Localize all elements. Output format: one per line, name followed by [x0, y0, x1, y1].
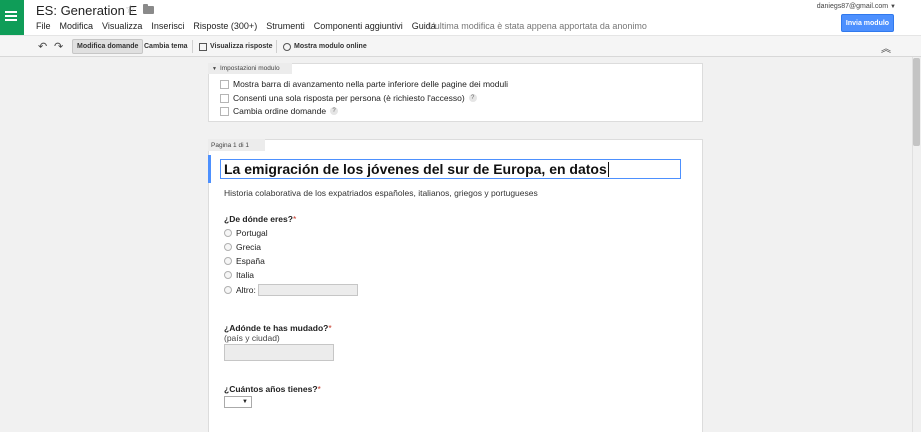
help-icon[interactable]: ? — [468, 94, 477, 102]
radio-button[interactable] — [224, 257, 232, 265]
radio-option-espana[interactable]: España — [224, 256, 265, 266]
other-text-input[interactable] — [257, 284, 358, 296]
account-menu[interactable]: daniegs87@gmail.com ▼ — [817, 3, 896, 10]
option-label: Grecia — [236, 242, 262, 252]
toolbar-divider — [276, 40, 277, 53]
collapse-double-chevron-icon[interactable]: ︽ — [881, 40, 891, 55]
show-live-form-label: Mostra modulo online — [294, 43, 367, 50]
toolbar: ↶ ↷ Modifica domande Cambia tema Visuali… — [0, 35, 921, 57]
progress-bar-checkbox[interactable] — [220, 79, 229, 89]
setting-shuffle-questions[interactable]: Cambia ordine domande ? — [220, 106, 339, 116]
menu-risposte[interactable]: Risposte (300+) — [193, 21, 257, 31]
setting-progress-bar[interactable]: Mostra barra di avanzamento nella parte … — [220, 79, 508, 89]
edit-questions-button[interactable]: Modifica domande — [72, 39, 144, 54]
menu-modifica[interactable]: Modifica — [60, 21, 94, 31]
help-icon[interactable]: ? — [330, 107, 339, 115]
form-settings-toggle[interactable]: ▼ Impostazioni modulo — [208, 63, 292, 74]
option-label: España — [236, 256, 265, 266]
radio-option-portugal[interactable]: Portugal — [224, 228, 268, 238]
text-cursor — [607, 162, 609, 177]
table-icon — [199, 42, 207, 51]
option-label: Italia — [236, 270, 254, 280]
question-text: ¿Adónde te has mudado? — [224, 323, 329, 333]
setting-label: Consenti una sola risposta per persona (… — [233, 93, 465, 103]
one-response-checkbox[interactable] — [220, 93, 229, 103]
redo-icon[interactable]: ↷ — [54, 40, 63, 53]
menu-visualizza[interactable]: Visualizza — [102, 21, 142, 31]
question-text: ¿De dónde eres? — [224, 214, 293, 224]
setting-one-response[interactable]: Consenti una sola risposta per persona (… — [220, 93, 477, 103]
radio-button[interactable] — [224, 271, 232, 279]
radio-button[interactable] — [224, 286, 232, 294]
view-responses-label: Visualizza risposte — [210, 43, 273, 50]
app-header: ES: Generation E ☆ File Modifica Visuali… — [0, 0, 921, 35]
option-label: Portugal — [236, 228, 268, 238]
required-asterisk: * — [292, 214, 297, 224]
toolbar-divider — [192, 40, 193, 53]
document-title[interactable]: ES: Generation E — [36, 3, 137, 18]
shuffle-questions-checkbox[interactable] — [220, 106, 229, 116]
radio-button[interactable] — [224, 243, 232, 251]
form-settings-label: Impostazioni modulo — [219, 65, 280, 72]
radio-option-grecia[interactable]: Grecia — [224, 242, 261, 252]
form-description[interactable]: Historia colaborativa de los expatriados… — [224, 188, 538, 198]
undo-icon[interactable]: ↶ — [38, 40, 47, 53]
scrollbar-thumb[interactable] — [913, 58, 920, 146]
menu-strumenti[interactable]: Strumenti — [266, 21, 305, 31]
triangle-down-icon: ▼ — [212, 65, 217, 72]
question-help-text: (país y ciudad) — [224, 333, 280, 343]
radio-button[interactable] — [224, 229, 232, 237]
star-icon[interactable]: ☆ — [125, 2, 136, 16]
form-title-input[interactable]: La emigración de los jóvenes del sur de … — [220, 159, 681, 179]
age-select[interactable]: ▼ — [224, 396, 252, 408]
send-form-button[interactable]: Invia modulo — [841, 14, 894, 32]
globe-icon — [283, 42, 291, 51]
required-asterisk: * — [317, 384, 321, 394]
setting-label: Cambia ordine domande — [233, 106, 327, 116]
chevron-down-icon: ▼ — [242, 399, 248, 405]
page-indicator: Pagina 1 di 1 — [208, 139, 265, 151]
destination-text-input[interactable] — [224, 344, 334, 361]
setting-label: Mostra barra di avanzamento nella parte … — [233, 79, 508, 89]
chevron-down-icon: ▼ — [890, 4, 896, 10]
radio-option-altro[interactable]: Altro: — [224, 284, 358, 296]
option-label: Altro: — [236, 285, 256, 295]
question-title-age[interactable]: ¿Cuántos años tienes?* — [224, 384, 321, 394]
selected-item-accent — [208, 155, 211, 183]
folder-icon[interactable] — [143, 4, 154, 14]
question-title-destination[interactable]: ¿Adónde te has mudado?* — [224, 323, 332, 333]
radio-option-italia[interactable]: Italia — [224, 270, 254, 280]
menu-componenti-aggiuntivi[interactable]: Componenti aggiuntivi — [314, 21, 403, 31]
question-title-origin[interactable]: ¿De dónde eres?* — [224, 214, 296, 224]
forms-logo-icon[interactable] — [0, 0, 24, 35]
menu-inserisci[interactable]: Inserisci — [151, 21, 184, 31]
show-live-form-button[interactable]: Mostra modulo online — [279, 39, 371, 54]
change-theme-button[interactable]: Cambia tema — [140, 39, 192, 54]
required-asterisk: * — [328, 323, 332, 333]
question-text: ¿Cuántos años tienes? — [224, 384, 318, 394]
form-title-text: La emigración de los jóvenes del sur de … — [224, 161, 607, 177]
menu-file[interactable]: File — [36, 21, 51, 31]
last-edit-status[interactable]: L'ultima modifica è stata appena apporta… — [428, 21, 647, 31]
menu-bar: File Modifica Visualizza Inserisci Rispo… — [36, 21, 436, 31]
view-responses-button[interactable]: Visualizza risposte — [195, 39, 277, 54]
account-email: daniegs87@gmail.com — [816, 3, 889, 10]
